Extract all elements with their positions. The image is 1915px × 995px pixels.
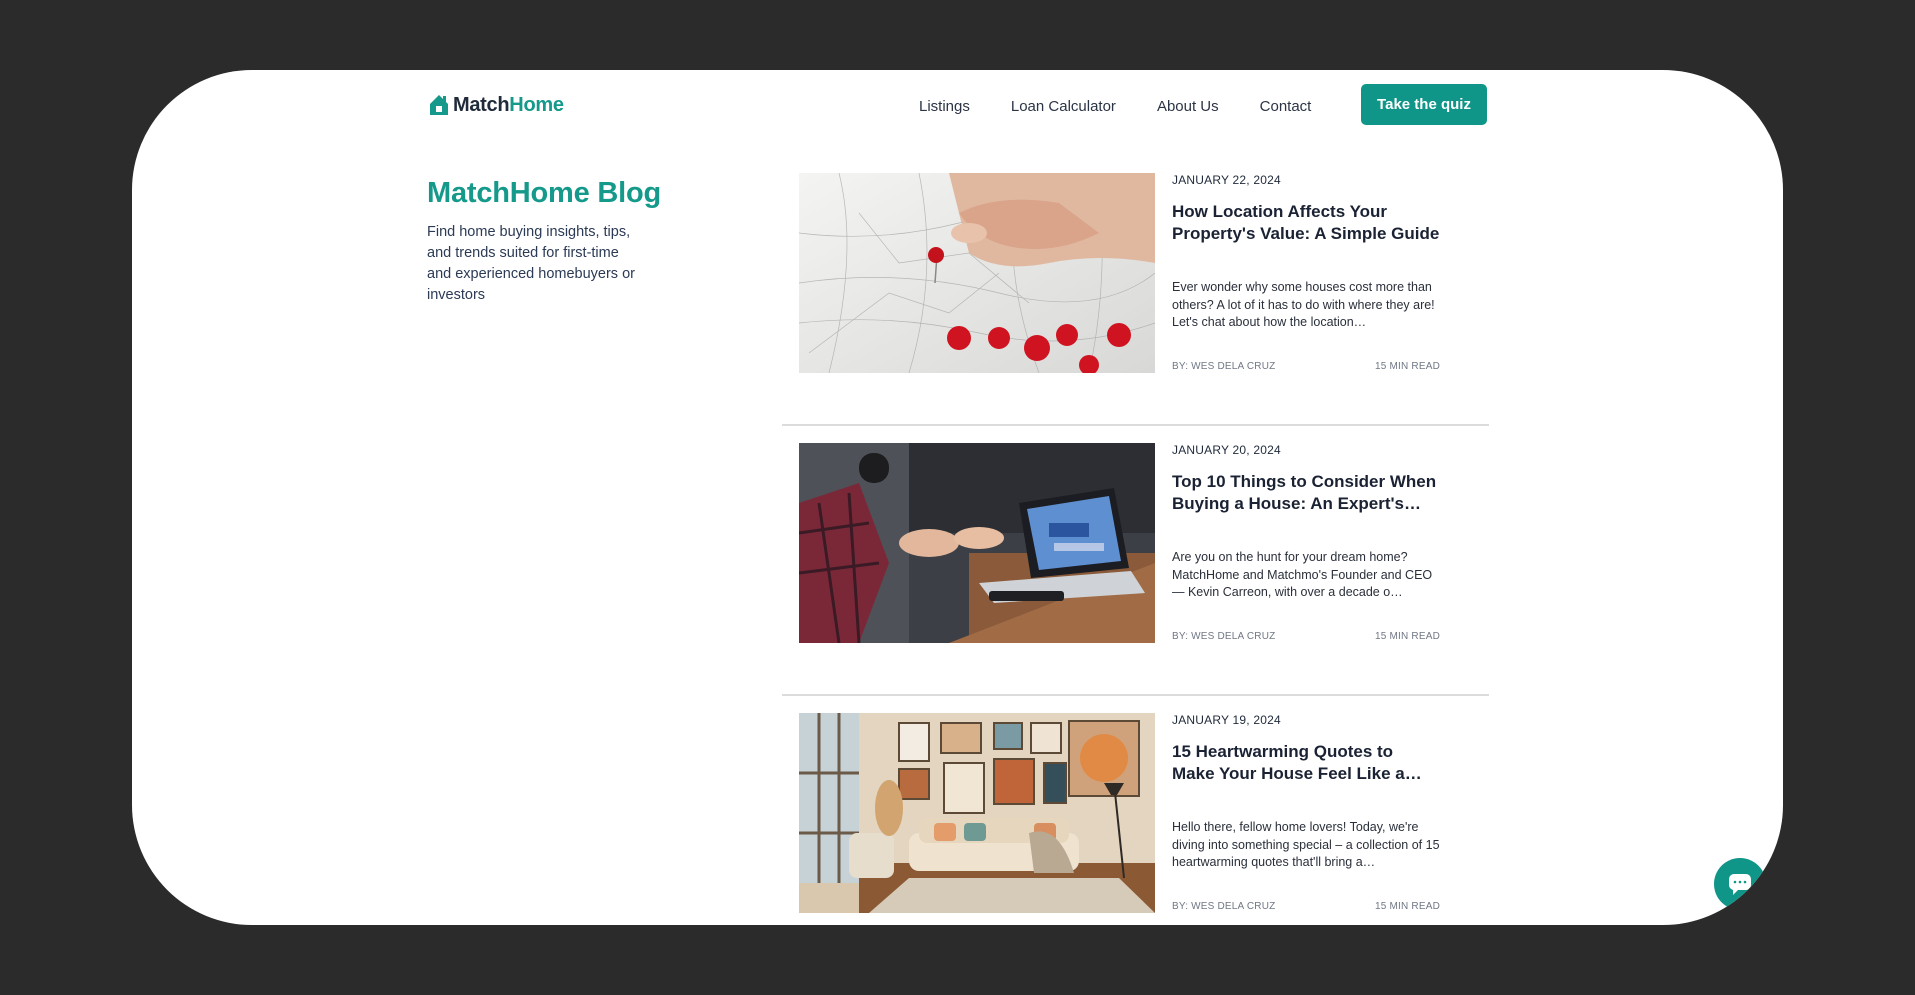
post-title[interactable]: Top 10 Things to Consider When Buying a …	[1172, 471, 1440, 515]
page-frame: MatchHome Listings Loan Calculator About…	[132, 70, 1783, 925]
page-description: Find home buying insights, tips, and tre…	[427, 224, 635, 303]
post-author: BY: WES DELA CRUZ	[1172, 361, 1276, 372]
post-date: JANUARY 19, 2024	[1172, 713, 1281, 727]
post-date: JANUARY 20, 2024	[1172, 443, 1281, 457]
post-excerpt: Hello there, fellow home lovers! Today, …	[1172, 820, 1440, 869]
brand-name-part1: Match	[453, 93, 510, 116]
main-nav: Listings Loan Calculator About Us Contac…	[919, 96, 1311, 118]
nav-link-about-us[interactable]: About Us	[1157, 96, 1219, 118]
post-read-time: 15 MIN READ	[1375, 631, 1440, 642]
brand-logo[interactable]: MatchHome	[428, 90, 564, 120]
post-title[interactable]: 15 Heartwarming Quotes to Make Your Hous…	[1172, 741, 1440, 785]
cozy-living-room-image	[799, 713, 1155, 913]
post-read-time: 15 MIN READ	[1375, 361, 1440, 372]
page-title: MatchHome Blog	[427, 177, 662, 209]
map-with-red-pins-image	[799, 173, 1155, 373]
post-author: BY: WES DELA CRUZ	[1172, 901, 1276, 912]
brand-wordmark: MatchHome	[453, 94, 564, 117]
post-date: JANUARY 22, 2024	[1172, 173, 1281, 187]
post-thumbnail[interactable]	[799, 443, 1155, 643]
chat-bubble-icon	[1729, 874, 1751, 895]
nav-link-contact[interactable]: Contact	[1260, 96, 1312, 118]
post-read-time: 15 MIN READ	[1375, 901, 1440, 912]
blog-post-card[interactable]: JANUARY 22, 2024 How Location Affects Yo…	[782, 173, 1489, 426]
post-meta: JANUARY 22, 2024 How Location Affects Yo…	[1172, 173, 1440, 373]
post-excerpt: Are you on the hunt for your dream home?…	[1172, 550, 1433, 599]
post-thumbnail[interactable]	[799, 173, 1155, 373]
post-excerpt: Ever wonder why some houses cost more th…	[1172, 280, 1435, 329]
brand-name-part2: Home	[509, 93, 564, 116]
post-title[interactable]: How Location Affects Your Property's Val…	[1172, 201, 1440, 245]
chat-button[interactable]	[1714, 858, 1766, 910]
post-thumbnail[interactable]	[799, 713, 1155, 913]
nav-link-loan-calculator[interactable]: Loan Calculator	[1011, 96, 1116, 118]
post-meta: JANUARY 19, 2024 15 Heartwarming Quotes …	[1172, 713, 1440, 913]
post-meta: JANUARY 20, 2024 Top 10 Things to Consid…	[1172, 443, 1440, 643]
nav-link-listings[interactable]: Listings	[919, 96, 970, 118]
house-logo-icon	[430, 95, 448, 115]
take-quiz-button[interactable]: Take the quiz	[1361, 84, 1487, 125]
people-talking-at-laptop-image	[799, 443, 1155, 643]
blog-post-card[interactable]: JANUARY 20, 2024 Top 10 Things to Consid…	[782, 443, 1489, 696]
post-author: BY: WES DELA CRUZ	[1172, 631, 1276, 642]
blog-post-card[interactable]: JANUARY 19, 2024 15 Heartwarming Quotes …	[782, 713, 1489, 925]
